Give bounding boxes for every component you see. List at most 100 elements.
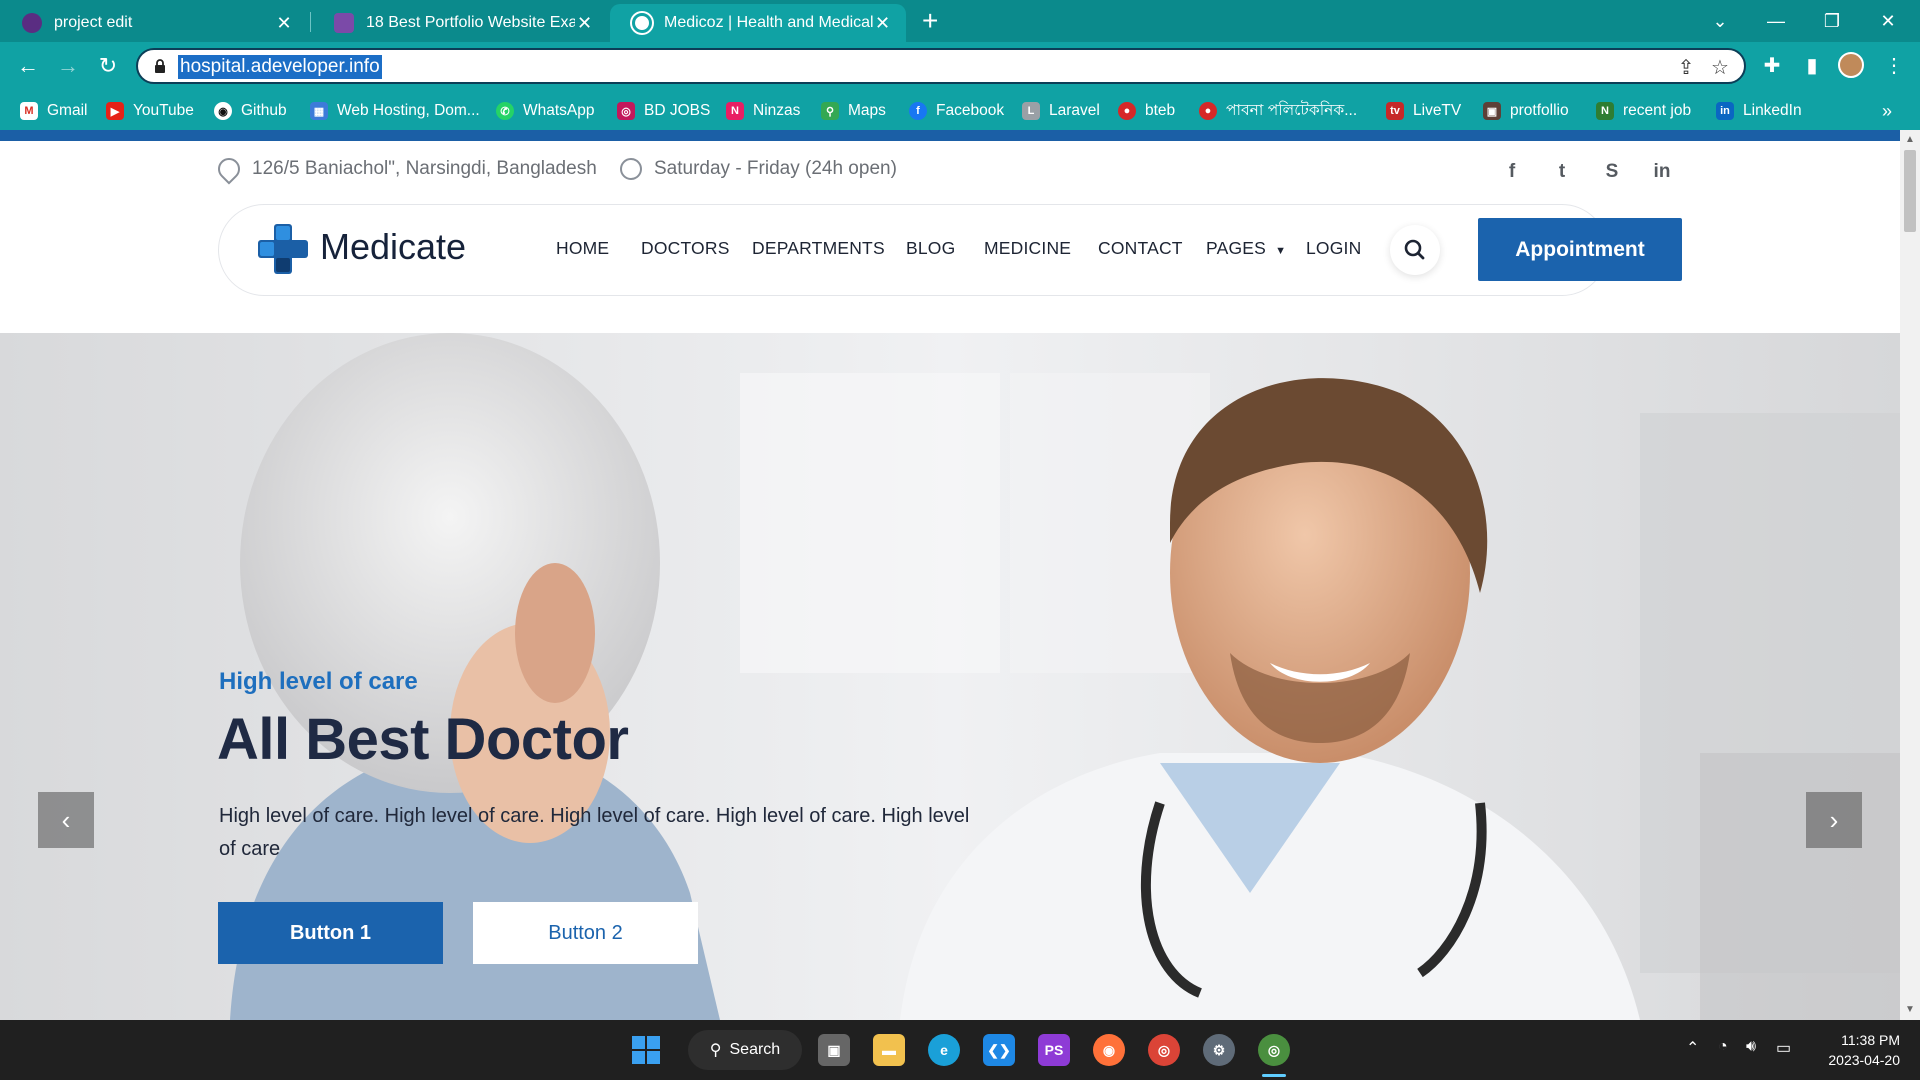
skype-icon[interactable]: S — [1600, 160, 1624, 184]
page-scrollbar[interactable]: ▲ ▼ — [1900, 130, 1920, 1020]
close-icon[interactable]: ✕ — [575, 13, 594, 34]
bookmark-bteb[interactable]: ● bteb — [1118, 100, 1175, 122]
nav-blog[interactable]: BLOG — [906, 238, 955, 259]
tab-favicon-icon — [334, 13, 354, 33]
forward-button[interactable]: → — [52, 50, 84, 82]
taskbar-search[interactable]: ⚲ Search — [688, 1030, 802, 1070]
linkedin-icon: in — [1716, 102, 1734, 120]
url-text[interactable]: hospital.adeveloper.info — [178, 55, 382, 79]
nav-medicine[interactable]: MEDICINE — [984, 238, 1071, 259]
back-button[interactable]: ← — [12, 50, 44, 82]
nav-doctors[interactable]: DOCTORS — [641, 238, 730, 259]
more-bookmarks-chevron-icon[interactable]: » — [1882, 100, 1892, 122]
nav-contact[interactable]: CONTACT — [1098, 238, 1183, 259]
firefox-icon[interactable]: ◉ — [1093, 1034, 1125, 1066]
slider-prev-button[interactable]: ‹ — [38, 792, 94, 848]
restore-button[interactable]: ❐ — [1804, 0, 1860, 42]
new-tab-button[interactable]: + — [922, 6, 938, 36]
address-bar[interactable]: hospital.adeveloper.info ⇪ ☆ — [136, 48, 1746, 84]
ninzas-icon: N — [726, 102, 744, 120]
active-app-indicator — [1262, 1074, 1286, 1077]
laravel-icon: L — [1022, 102, 1040, 120]
tab-title: 18 Best Portfolio Website Exampl — [366, 14, 575, 31]
nav-pages[interactable]: PAGES ▼ — [1206, 238, 1286, 259]
tab-title: Medicoz | Health and MedicalTer — [664, 14, 873, 31]
bookmark-star-icon[interactable]: ☆ — [1708, 56, 1732, 80]
clock-date: 2023-04-20 — [1828, 1052, 1900, 1068]
bookmark-linkedin[interactable]: in LinkedIn — [1716, 100, 1802, 122]
globe-icon — [632, 13, 652, 33]
minimize-button[interactable]: — — [1748, 0, 1804, 42]
bookmark-facebook[interactable]: f Facebook — [909, 100, 1004, 122]
tab-portfolio[interactable]: 18 Best Portfolio Website Exampl ✕ — [312, 4, 608, 42]
bdjobs-icon: ◎ — [617, 102, 635, 120]
chrome-icon[interactable]: ◎ — [1148, 1034, 1180, 1066]
reload-button[interactable]: ↻ — [92, 50, 124, 82]
vscode-icon[interactable]: ❮❯ — [983, 1034, 1015, 1066]
bookmark-github[interactable]: ◉ Github — [214, 100, 287, 122]
file-explorer-icon[interactable]: ▬ — [873, 1034, 905, 1066]
tab-favicon-icon — [22, 13, 42, 33]
window-close-button[interactable]: ✕ — [1860, 0, 1916, 42]
lock-icon — [155, 59, 165, 73]
close-icon[interactable]: ✕ — [873, 13, 892, 34]
bookmark-maps[interactable]: ⚲ Maps — [821, 100, 886, 122]
search-button[interactable] — [1390, 225, 1440, 275]
bookmark-gmail[interactable]: M Gmail — [20, 100, 87, 122]
clock-time: 11:38 PM — [1841, 1032, 1900, 1048]
address-text: 126/5 Baniachol", Narsingdi, Bangladesh — [252, 158, 597, 179]
bookmark-bd-jobs[interactable]: ◎ BD JOBS — [617, 100, 710, 122]
bookmark-laravel[interactable]: L Laravel — [1022, 100, 1100, 122]
share-icon[interactable]: ⇪ — [1674, 56, 1698, 80]
appointment-button[interactable]: Appointment — [1478, 218, 1682, 281]
bookmark-ninzas[interactable]: N Ninzas — [726, 100, 800, 122]
tray-chevron-icon[interactable]: ⌃ — [1686, 1038, 1699, 1058]
bookmark-web-hosting[interactable]: ▦ Web Hosting, Dom... — [310, 100, 480, 122]
nav-login[interactable]: LOGIN — [1306, 238, 1361, 259]
chrome-profile-icon[interactable]: ◎ — [1258, 1034, 1290, 1066]
close-icon[interactable]: ✕ — [274, 13, 294, 34]
nav-home[interactable]: HOME — [556, 238, 609, 259]
hero-button-1[interactable]: Button 1 — [218, 902, 443, 964]
system-clock[interactable]: 11:38 PM 2023-04-20 — [1810, 1030, 1900, 1070]
wifi-icon[interactable]: ◔ — [1718, 1038, 1728, 1056]
scrollbar-thumb[interactable] — [1904, 150, 1916, 232]
bookmark-livetv[interactable]: tv LiveTV — [1386, 100, 1461, 122]
browser-toolbar: ← → ↻ hospital.adeveloper.info ⇪ ☆ ✚ ▮ ⋮ — [0, 42, 1920, 90]
tab-project-edit[interactable]: project edit ✕ — [0, 4, 308, 42]
portfolio-icon: ▣ — [1483, 102, 1501, 120]
bookmarks-bar: M Gmail ▶ YouTube ◉ Github ▦ Web Hosting, Do… — [0, 90, 1920, 130]
profile-avatar[interactable] — [1838, 52, 1866, 80]
brand-name[interactable]: Medicate — [320, 226, 466, 268]
twitter-icon[interactable]: t — [1550, 160, 1574, 184]
windows-taskbar: ⚲ Search ▣ ▬ e ❮❯ PS ◉ ◎ ⚙ ◎ ⌃ ◔ 🔊︎ ▭ 11… — [0, 1020, 1920, 1080]
bookmark-pabna-polytechnic[interactable]: ● পাবনা পলিটেকনিক... — [1199, 100, 1357, 122]
task-view-icon[interactable]: ▣ — [818, 1034, 850, 1066]
linkedin-icon[interactable]: in — [1650, 160, 1674, 184]
volume-icon[interactable]: 🔊︎ — [1746, 1038, 1756, 1056]
nav-departments[interactable]: DEPARTMENTS — [752, 238, 885, 259]
bookmark-whatsapp[interactable]: ✆ WhatsApp — [496, 100, 595, 122]
tab-medicoz[interactable]: Medicoz | Health and MedicalTer ✕ — [610, 4, 906, 42]
windows-start-icon[interactable] — [630, 1034, 662, 1066]
bookmark-protfollio[interactable]: ▣ protfollio — [1483, 100, 1569, 122]
hero-title: All Best Doctor — [217, 707, 629, 772]
side-panel-icon[interactable]: ▮ — [1798, 52, 1826, 80]
edge-icon[interactable]: e — [928, 1034, 960, 1066]
bookmark-recent-job[interactable]: Nrecent job — [1596, 100, 1691, 122]
bookmark-youtube[interactable]: ▶ YouTube — [106, 100, 194, 122]
scroll-down-icon[interactable]: ▼ — [1900, 1004, 1920, 1015]
battery-icon[interactable]: ▭ — [1776, 1038, 1791, 1058]
extensions-icon[interactable]: ✚ — [1758, 52, 1786, 80]
menu-kebab-icon[interactable]: ⋮ — [1880, 52, 1908, 80]
facebook-icon: f — [909, 102, 927, 120]
facebook-icon[interactable]: f — [1500, 160, 1524, 184]
slider-next-button[interactable]: › — [1806, 792, 1862, 848]
search-icon — [1404, 239, 1425, 260]
phpstorm-icon[interactable]: PS — [1038, 1034, 1070, 1066]
scroll-up-icon[interactable]: ▲ — [1900, 134, 1920, 145]
hero-button-2[interactable]: Button 2 — [473, 902, 698, 964]
tab-search-icon[interactable]: ⌄ — [1692, 0, 1748, 42]
site-top-accent-bar — [0, 130, 1900, 141]
settings-icon[interactable]: ⚙ — [1203, 1034, 1235, 1066]
